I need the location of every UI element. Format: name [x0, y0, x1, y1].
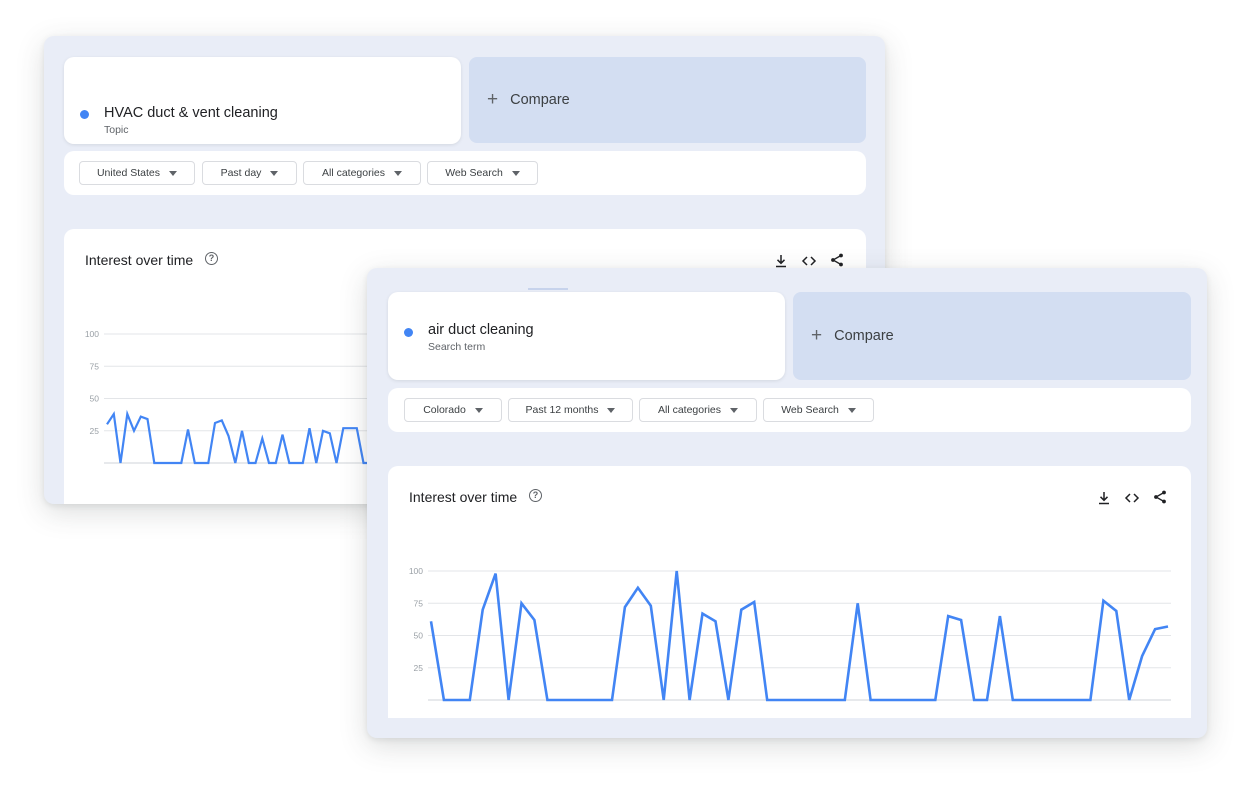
- y-tick-label: 25: [90, 426, 100, 436]
- region-filter[interactable]: Colorado: [404, 398, 502, 422]
- region-filter-label: Colorado: [423, 404, 466, 416]
- filter-bar: Colorado Past 12 months All categories W…: [388, 388, 1191, 432]
- time-range-filter[interactable]: Past day: [202, 161, 297, 185]
- chevron-down-icon: [169, 170, 178, 176]
- region-filter[interactable]: United States: [79, 161, 195, 185]
- search-term-name: HVAC duct & vent cleaning: [104, 105, 278, 121]
- y-tick-label: 100: [409, 566, 423, 576]
- chevron-down-icon: [730, 407, 739, 413]
- y-tick-label: 100: [85, 329, 99, 339]
- y-tick-label: 75: [90, 361, 100, 371]
- chevron-down-icon: [270, 170, 279, 176]
- tab-indicator: [528, 288, 568, 290]
- category-filter[interactable]: All categories: [303, 161, 421, 185]
- time-range-filter-label: Past 12 months: [525, 404, 599, 416]
- trends-panel-air-duct: air duct cleaning Search term + Compare …: [367, 268, 1207, 738]
- y-tick-label: 50: [414, 631, 424, 641]
- compare-button[interactable]: + Compare: [793, 292, 1191, 380]
- search-type-filter[interactable]: Web Search: [427, 161, 538, 185]
- search-term-name: air duct cleaning: [428, 322, 534, 338]
- chevron-down-icon: [394, 170, 403, 176]
- plus-icon: +: [487, 89, 499, 110]
- search-type-filter[interactable]: Web Search: [763, 398, 874, 422]
- chevron-down-icon: [511, 170, 520, 176]
- search-type-filter-label: Web Search: [781, 404, 839, 416]
- y-tick-label: 75: [414, 598, 424, 608]
- y-tick-label: 25: [414, 663, 424, 673]
- search-term-box[interactable]: HVAC duct & vent cleaning Topic: [64, 57, 461, 144]
- series-color-dot: [404, 328, 413, 337]
- search-type-filter-label: Web Search: [445, 167, 503, 179]
- chevron-down-icon: [607, 407, 616, 413]
- category-filter[interactable]: All categories: [639, 398, 757, 422]
- series-color-dot: [80, 110, 89, 119]
- search-term-type: Search term: [428, 341, 486, 353]
- search-term-box[interactable]: air duct cleaning Search term: [388, 292, 785, 380]
- category-filter-label: All categories: [657, 404, 722, 416]
- time-range-filter[interactable]: Past 12 months: [508, 398, 633, 422]
- plus-icon: +: [811, 325, 823, 346]
- compare-label: Compare: [510, 92, 570, 108]
- category-filter-label: All categories: [321, 167, 386, 179]
- interest-over-time-panel: Interest over time ? 25 50 75 100: [388, 466, 1191, 718]
- search-term-type: Topic: [104, 124, 129, 136]
- interest-line-chart: 25 50 75 100: [409, 566, 1171, 702]
- y-tick-label: 50: [90, 394, 100, 404]
- time-range-filter-label: Past day: [220, 167, 262, 179]
- filter-bar: United States Past day All categories We…: [64, 151, 866, 195]
- region-filter-label: United States: [96, 167, 161, 179]
- compare-button[interactable]: + Compare: [469, 57, 866, 143]
- chevron-down-icon: [847, 407, 856, 413]
- chevron-down-icon: [474, 407, 483, 413]
- compare-label: Compare: [834, 328, 894, 344]
